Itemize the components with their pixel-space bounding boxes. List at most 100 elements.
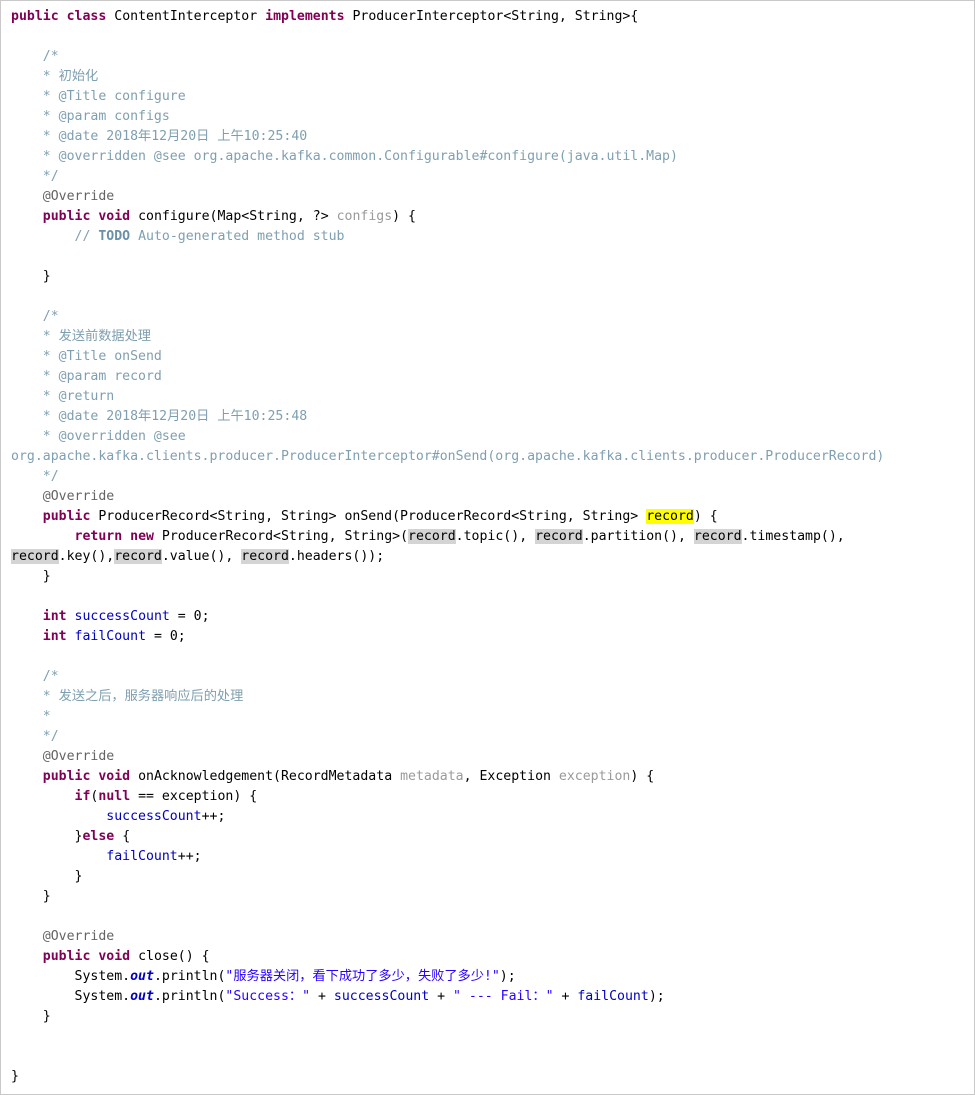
brace-close-close-method: } [42, 1009, 51, 1024]
field-successcount-ref: successCount [106, 809, 202, 824]
interface-token: ProducerInterceptor<String, String>{ [344, 9, 639, 24]
kw-null: null [98, 789, 131, 804]
param-exception: exception [558, 769, 631, 784]
method-configure-name: configure(Map<String, ?> [138, 209, 337, 224]
kw-void-2: void [98, 769, 131, 784]
record-topic-call: .topic(), [455, 529, 536, 544]
record-timestamp-call: .timestamp(), [741, 529, 845, 544]
comment-todo-tag: TODO [98, 229, 131, 244]
kw-void-3: void [98, 949, 131, 964]
record-occurrence-2[interactable]: record [535, 529, 583, 544]
configure-sig-tail: ) { [392, 209, 416, 224]
javadoc-line-param-1: * @param configs [34, 109, 170, 124]
sysout-out-field-2: out [130, 989, 154, 1004]
sysout-println-1: .println( [153, 969, 226, 984]
class-name-token: ContentInterceptor [114, 9, 258, 24]
javadoc-line-param-2: * @param record [34, 369, 162, 384]
sysout-end-1: ); [499, 969, 516, 984]
javadoc-line-overridden-1: * @overridden @see org.apache.kafka.comm… [34, 149, 678, 164]
field-successcount-decl: successCount [74, 609, 170, 624]
onack-sig-tail: ) { [630, 769, 655, 784]
field-failcount-print: failCount [577, 989, 649, 1004]
concat-plus-1: + [310, 989, 334, 1004]
method-close-signature: close() { [130, 949, 210, 964]
javadoc-line-overridden-2-wrap: org.apache.kafka.clients.producer.Produc… [11, 449, 885, 464]
javadoc-line-title-1: * @Title configure [34, 89, 186, 104]
annotation-override-4: @Override [42, 929, 115, 944]
kw-new: new [130, 529, 154, 544]
concat-plus-3: + [553, 989, 578, 1004]
kw-if: if [74, 789, 91, 804]
kw-public-2: public [42, 209, 91, 224]
successcount-increment: ++; [201, 809, 226, 824]
kw-public-4: public [42, 769, 91, 784]
onack-sig-mid: , Exception [463, 769, 559, 784]
brace-close-configure: } [42, 269, 51, 284]
brace-close-onsend: } [42, 569, 51, 584]
javadoc-line-blank-3: * [34, 709, 51, 724]
javadoc-open-1: /* [42, 49, 59, 64]
kw-public: public [11, 9, 59, 24]
failcount-increment: ++; [177, 849, 202, 864]
javadoc-line-overridden-2: * @overridden @see [34, 429, 186, 444]
javadoc-open-3: /* [42, 669, 59, 684]
concat-plus-2: + [429, 989, 453, 1004]
string-literal-cn: "服务器关闭，看下成功了多少，失败了多少!" [225, 969, 500, 984]
string-literal-fail: " --- Fail：" [453, 989, 554, 1004]
field-failcount-ref: failCount [106, 849, 178, 864]
new-producerrecord-type: ProducerRecord<String, String>( [153, 529, 409, 544]
kw-int-1: int [42, 609, 67, 624]
successcount-init: = 0; [169, 609, 210, 624]
javadoc-line-onack-cn: * 发送之后，服务器响应后的处理 [34, 689, 244, 704]
javadoc-close-2: */ [34, 469, 59, 484]
record-occurrence-6[interactable]: record [241, 549, 289, 564]
javadoc-line-return-2: * @return [34, 389, 115, 404]
annotation-override-3: @Override [42, 749, 115, 764]
kw-int-2: int [42, 629, 67, 644]
field-successcount-print: successCount [333, 989, 430, 1004]
javadoc-line-date-2: * @date 2018年12月20日 上午10:25:48 [34, 409, 308, 424]
sysout-println-2: .println( [153, 989, 226, 1004]
record-occurrence-3[interactable]: record [693, 529, 742, 544]
kw-public-3: public [42, 509, 91, 524]
field-failcount-decl: failCount [74, 629, 147, 644]
method-onsend-signature: ProducerRecord<String, String> onSend(Pr… [90, 509, 647, 524]
else-open-brace: { [114, 829, 131, 844]
javadoc-line-onsend-cn: * 发送前数据处理 [34, 329, 151, 344]
javadoc-line-date-1: * @date 2018年12月20日 上午10:25:40 [34, 129, 308, 144]
param-record-declaration[interactable]: record [646, 509, 694, 524]
brace-close-else: } [74, 869, 83, 884]
brace-close-onack: } [42, 889, 51, 904]
record-partition-call: .partition(), [582, 529, 694, 544]
record-value-call: .value(), [161, 549, 242, 564]
method-onack-signature: onAcknowledgement(RecordMetadata [130, 769, 401, 784]
sysout-out-field-1: out [130, 969, 154, 984]
onsend-sig-tail: ) { [693, 509, 718, 524]
annotation-override-2: @Override [42, 489, 115, 504]
javadoc-line-init-cn: * 初始化 [34, 69, 99, 84]
annotation-override-1: @Override [42, 189, 115, 204]
record-occurrence-1[interactable]: record [408, 529, 456, 544]
code-editor-frame[interactable]: public class ContentInterceptor implemen… [0, 0, 975, 1095]
kw-class: class [66, 9, 107, 24]
sysout-end-2: ); [648, 989, 665, 1004]
javadoc-open-2: /* [42, 309, 59, 324]
record-occurrence-4[interactable]: record [11, 549, 59, 564]
javadoc-close-3: */ [34, 729, 59, 744]
record-occurrence-5[interactable]: record [114, 549, 162, 564]
kw-implements: implements [265, 9, 345, 24]
sysout-prefix-1: System. [74, 969, 131, 984]
javadoc-line-title-2: * @Title onSend [34, 349, 162, 364]
java-source-code[interactable]: public class ContentInterceptor implemen… [1, 7, 974, 1087]
param-configs: configs [336, 209, 393, 224]
kw-else: else [82, 829, 115, 844]
kw-public-5: public [42, 949, 91, 964]
brace-close-class: } [11, 1069, 19, 1084]
string-literal-success: "Success：" [225, 989, 311, 1004]
if-condition-rest: == exception) { [130, 789, 258, 804]
param-metadata: metadata [400, 769, 464, 784]
javadoc-close-1: */ [34, 169, 59, 184]
kw-void-1: void [98, 209, 131, 224]
record-headers-call: .headers()); [288, 549, 385, 564]
sysout-prefix-2: System. [74, 989, 131, 1004]
